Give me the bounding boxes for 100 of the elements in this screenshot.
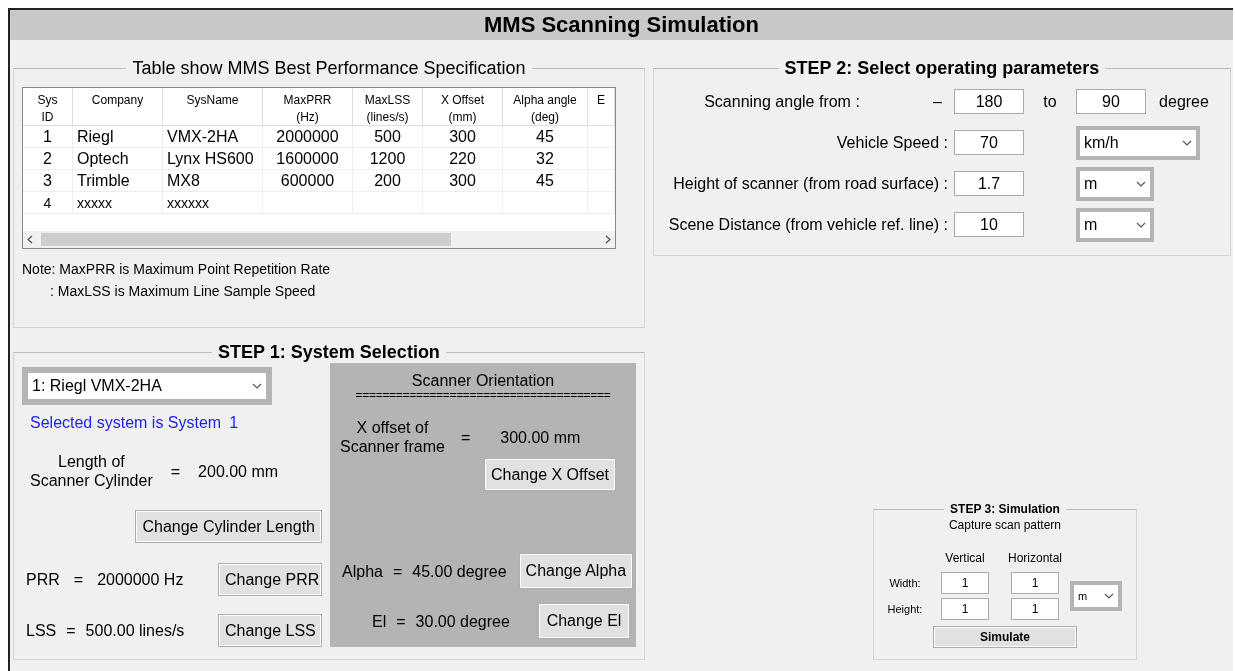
table-cell: 300 (423, 170, 503, 192)
selected-system-number: 1 (229, 413, 239, 432)
table-cell: 3 (23, 170, 73, 192)
equals-sign: = (66, 621, 76, 640)
change-alpha-button[interactable]: Change Alpha (518, 553, 634, 589)
minus-sign: – (933, 92, 942, 111)
system-select[interactable]: 1: Riegl VMX-2HA (28, 373, 266, 399)
panel-title: Table show MMS Best Performance Specification (131, 58, 527, 79)
equals-sign: = (73, 570, 84, 589)
selected-system-text: Selected system is System (30, 413, 222, 432)
table-cell: MX8 (163, 170, 263, 192)
note-text: : MaxLSS is Maximum Line Sample Speed (49, 282, 317, 299)
table-cell (588, 192, 615, 214)
equals-sign: = (392, 561, 403, 581)
column-header: Alpha angle (deg) (503, 88, 588, 126)
dropdown-icon (1182, 139, 1192, 146)
unit-select[interactable]: m (1080, 170, 1150, 197)
simulate-button[interactable]: Simulate (933, 626, 1077, 648)
unit-select[interactable]: m (1074, 585, 1118, 607)
horizontal-scrollbar[interactable] (23, 231, 615, 248)
alpha-value: 45.00 degree (412, 561, 507, 581)
scanning-angle-label: Scanning angle from : (704, 92, 860, 111)
equals-sign: = (396, 611, 406, 631)
table-cell: 600000 (263, 170, 353, 192)
x-offset-label: X offset of Scanner frame (340, 418, 445, 456)
scroll-right-icon[interactable] (605, 235, 611, 244)
column-header: X Offset (mm) (423, 88, 503, 126)
parameter-label: Scene Distance (from vehicle ref. line) : (668, 215, 948, 234)
unit-select[interactable]: m (1080, 211, 1150, 238)
column-header: SysName (163, 88, 263, 126)
parameter-label: Height of scanner (from road surface) : (673, 174, 948, 193)
table-cell: 2000000 (263, 126, 353, 148)
separator-text: ====================================== (354, 390, 612, 400)
column-header: Company (73, 88, 163, 126)
dimension-label: Width: (888, 575, 922, 591)
equals-sign: = (170, 461, 181, 481)
window-title: MMS Scanning Simulation (10, 10, 1233, 40)
angle-to-field[interactable]: 90 (1076, 89, 1146, 114)
table-cell: 32 (503, 148, 588, 170)
table-cell: 1600000 (263, 148, 353, 170)
panel-title: STEP 3: Simulation (949, 502, 1061, 516)
scanner-orientation-title: Scanner Orientation (410, 371, 556, 390)
dropdown-icon (1136, 180, 1146, 187)
table-cell: 45 (503, 126, 588, 148)
parameter-field[interactable]: 1.7 (954, 171, 1024, 196)
parameter-label: Vehicle Speed : (836, 133, 948, 152)
table-cell: 4 (23, 192, 73, 214)
table-cell (588, 148, 615, 170)
lss-label: LSS (26, 621, 57, 640)
dropdown-icon (1136, 221, 1146, 228)
column-header: MaxLSS (lines/s) (353, 88, 423, 126)
table-cell: 220 (423, 148, 503, 170)
change-cylinder-length-button[interactable]: Change Cylinder Length (135, 510, 322, 543)
dropdown-icon (252, 383, 262, 389)
cylinder-length-label: Length of Scanner Cylinder (30, 452, 153, 490)
table-cell: xxxxx (73, 192, 163, 214)
note-text: Note: MaxPRR is Maximum Point Repetition Rate (22, 260, 332, 277)
panel-title: STEP 1: System Selection (217, 342, 441, 363)
column-header: MaxPRR (Hz) (263, 88, 353, 126)
column-label: Horizontal (1007, 550, 1063, 567)
column-header: E (588, 88, 615, 126)
dimension-field[interactable]: 1 (1011, 598, 1059, 620)
table-cell (588, 170, 615, 192)
change-prr-button[interactable]: Change PRR (218, 563, 322, 596)
table-cell: 1 (23, 126, 73, 148)
alpha-label: Alpha (342, 561, 383, 581)
dimension-field[interactable]: 1 (941, 572, 989, 594)
el-value: 30.00 degree (415, 611, 510, 631)
change-x-offset-button[interactable]: Change X Offset (484, 458, 616, 491)
table-cell: Lynx HS600 (163, 148, 263, 170)
lss-value: 500.00 lines/s (85, 621, 185, 640)
column-header: Sys ID (23, 88, 73, 126)
dropdown-icon (1104, 593, 1114, 599)
table-cell: Riegl (73, 126, 163, 148)
table-cell: VMX-2HA (163, 126, 263, 148)
table-cell: xxxxxx (163, 192, 263, 214)
step3-subtitle: Capture scan pattern (948, 517, 1062, 534)
angle-from-field[interactable]: 180 (954, 89, 1024, 114)
dimension-label: Height: (886, 601, 924, 617)
equals-sign: = (460, 427, 471, 447)
to-label: to (1043, 92, 1057, 111)
change-el-button[interactable]: Change El (538, 603, 630, 639)
table-cell: Optech (73, 148, 163, 170)
table-cell: Trimble (73, 170, 163, 192)
dimension-field[interactable]: 1 (1011, 572, 1059, 594)
table-cell: 2 (23, 148, 73, 170)
cylinder-length-value: 200.00 mm (198, 461, 279, 481)
unit-select[interactable]: km/h (1080, 129, 1196, 156)
dimension-field[interactable]: 1 (941, 598, 989, 620)
panel-title: STEP 2: Select operating parameters (783, 58, 1101, 79)
x-offset-value: 300.00 mm (500, 427, 581, 447)
parameter-field[interactable]: 10 (954, 212, 1024, 237)
table-cell: 200 (353, 170, 423, 192)
scroll-left-icon[interactable] (27, 235, 33, 244)
change-lss-button[interactable]: Change LSS (218, 614, 322, 647)
table-cell: 45 (503, 170, 588, 192)
el-label: El (372, 611, 387, 631)
parameter-field[interactable]: 70 (954, 130, 1024, 155)
table-cell: 1200 (353, 148, 423, 170)
table-cell: 300 (423, 126, 503, 148)
